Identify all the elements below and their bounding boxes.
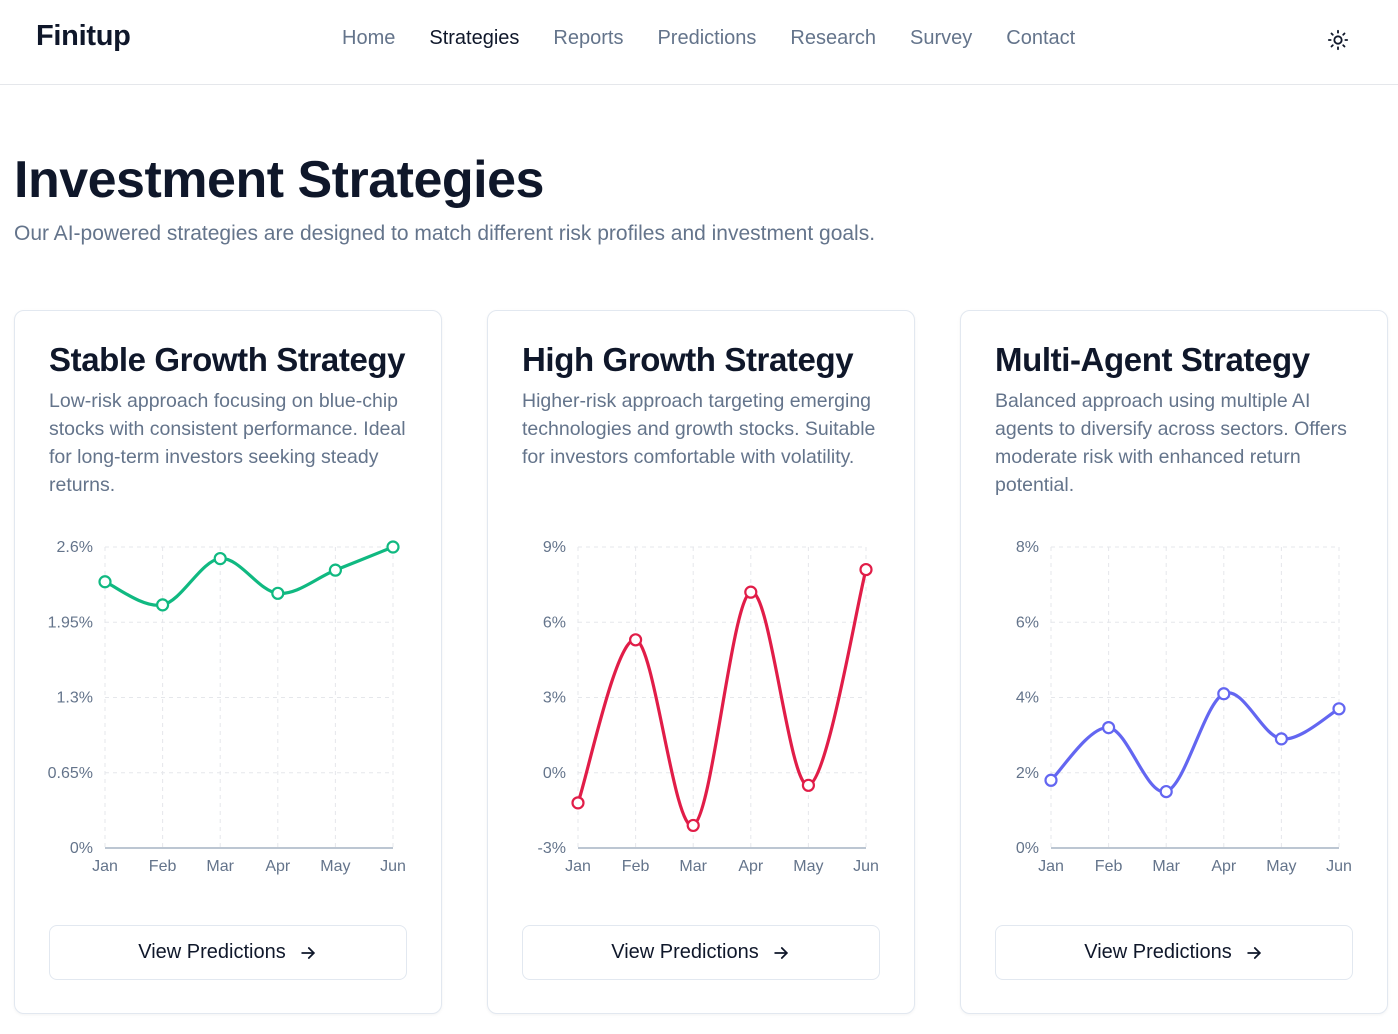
page-subtitle: Our AI-powered strategies are designed t… [14, 222, 876, 245]
top-navbar: Finitup Home Strategies Reports Predicti… [0, 0, 1398, 85]
x-tick-label: Mar [206, 858, 234, 875]
x-tick-label: Jun [853, 858, 879, 875]
data-point [1217, 687, 1231, 701]
x-tick-label: Feb [622, 858, 650, 875]
y-tick-label: 0% [543, 765, 566, 782]
x-tick-label: May [1266, 858, 1296, 875]
data-point [1044, 773, 1058, 787]
data-point [271, 586, 285, 600]
theme-toggle-button[interactable] [1323, 25, 1353, 55]
x-tick-label: Jan [1038, 858, 1064, 875]
view-predictions-button[interactable]: View Predictions [522, 925, 880, 980]
y-tick-label: 9% [543, 539, 566, 556]
arrow-right-icon [300, 946, 315, 959]
view-predictions-button[interactable]: View Predictions [49, 925, 407, 980]
data-point [859, 562, 873, 577]
data-point [328, 563, 342, 577]
x-tick-label: Jun [1326, 858, 1352, 875]
data-point [156, 598, 170, 612]
data-point [1332, 702, 1346, 716]
page-title: Investment Strategies [14, 151, 544, 209]
strategy-card-high-growth: High Growth Strategy Higher-risk approac… [487, 310, 915, 1014]
y-tick-label: 2.6% [57, 539, 93, 556]
y-tick-label: 6% [1016, 614, 1039, 631]
x-tick-label: Feb [1095, 858, 1123, 875]
button-label: View Predictions [1084, 941, 1232, 963]
y-tick-label: 0.65% [48, 765, 93, 782]
series-line [1049, 691, 1341, 794]
x-tick-label: Mar [1152, 858, 1180, 875]
x-tick-label: May [320, 858, 350, 875]
high-growth-chart: -3% 0% 3% 6% 9% Jan Feb Mar Apr May Jun [538, 539, 879, 875]
y-tick-label: 3% [543, 690, 566, 707]
multi-agent-chart: 0% 2% 4% 6% 8% Jan Feb Mar Apr May Jun [1016, 539, 1352, 875]
card-description: Higher-risk approach targeting emerging … [522, 390, 876, 468]
x-tick-label: Jan [92, 858, 118, 875]
nav-item-home[interactable]: Home [342, 27, 395, 50]
nav-item-strategies[interactable]: Strategies [429, 27, 519, 50]
arrow-right-icon [1246, 946, 1261, 959]
strategy-card-stable-growth: Stable Growth Strategy Low-risk approach… [14, 310, 442, 1014]
card-description: Low-risk approach focusing on blue-chip … [49, 390, 406, 496]
nav-item-survey[interactable]: Survey [910, 27, 972, 50]
y-tick-label: 0% [1016, 840, 1039, 857]
y-tick-label: -3% [538, 840, 566, 857]
button-label: View Predictions [138, 941, 286, 963]
data-point [98, 575, 112, 589]
data-point [386, 540, 400, 554]
data-point [629, 633, 643, 647]
arrow-right-icon [773, 946, 788, 959]
x-tick-label: Apr [265, 858, 291, 875]
y-tick-label: 1.3% [57, 690, 93, 707]
data-point [213, 551, 227, 566]
y-tick-label: 2% [1016, 765, 1039, 782]
x-tick-label: Mar [679, 858, 707, 875]
nav-item-reports[interactable]: Reports [553, 27, 623, 50]
strategy-card-multi-agent: Multi-Agent Strategy Balanced approach u… [960, 310, 1388, 1014]
logo[interactable]: Finitup [36, 20, 131, 53]
sun-icon [1327, 29, 1349, 51]
x-tick-label: May [793, 858, 823, 875]
card-title: Multi-Agent Strategy [995, 341, 1310, 378]
button-label: View Predictions [611, 941, 759, 963]
x-tick-label: Apr [1211, 858, 1237, 875]
y-tick-label: 4% [1016, 690, 1039, 707]
x-tick-label: Apr [738, 858, 764, 875]
card-title: Stable Growth Strategy [49, 341, 406, 378]
x-tick-label: Jan [565, 858, 591, 875]
data-point [801, 778, 815, 792]
y-tick-label: 6% [543, 614, 566, 631]
card-title: High Growth Strategy [522, 341, 854, 378]
data-point [571, 796, 585, 810]
x-tick-label: Feb [149, 858, 177, 875]
card-description: Balanced approach using multiple AI agen… [995, 390, 1347, 496]
x-tick-label: Jun [380, 858, 406, 875]
data-point [1102, 721, 1116, 735]
data-point [1274, 732, 1288, 746]
main-nav: Home Strategies Reports Predictions Rese… [342, 27, 1075, 50]
data-point [686, 818, 700, 833]
nav-item-contact[interactable]: Contact [1006, 27, 1075, 50]
y-tick-label: 8% [1016, 539, 1039, 556]
stable-growth-chart: 0% 0.65% 1.3% 1.95% 2.6% Jan Feb Mar Apr May Jun [48, 539, 406, 875]
y-tick-label: 1.95% [48, 614, 93, 631]
nav-item-research[interactable]: Research [790, 27, 876, 50]
series-line [103, 545, 395, 607]
nav-item-predictions[interactable]: Predictions [657, 27, 756, 50]
data-point [1159, 784, 1173, 799]
data-point [744, 585, 758, 599]
view-predictions-button[interactable]: View Predictions [995, 925, 1353, 980]
y-tick-label: 0% [70, 840, 93, 857]
